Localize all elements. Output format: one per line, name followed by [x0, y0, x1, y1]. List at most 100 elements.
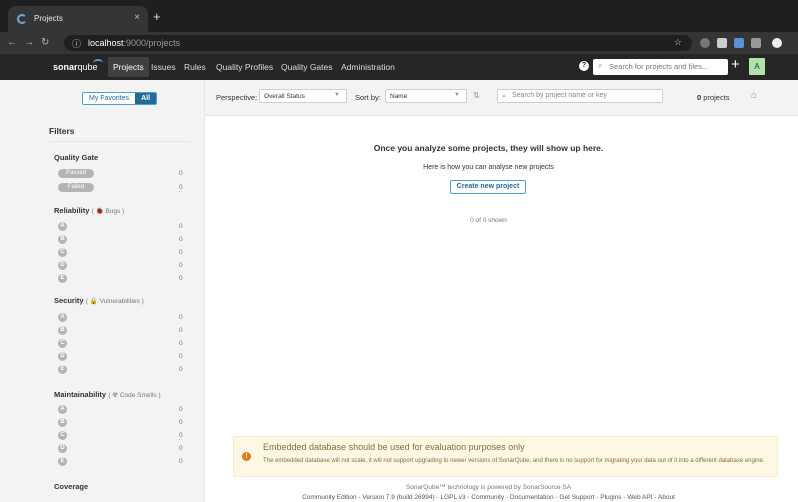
- empty-state-subtitle: Here is how you can analyse new projects: [423, 164, 554, 171]
- security-rating-b[interactable]: B: [58, 326, 67, 335]
- new-tab-icon[interactable]: +: [153, 9, 161, 24]
- security-rating-e[interactable]: E: [58, 365, 67, 374]
- nav-rules[interactable]: Rules: [184, 62, 206, 72]
- embedded-db-warning: ! Embedded database should be used for e…: [233, 436, 778, 477]
- search-icon: ⌕: [502, 91, 507, 100]
- back-arrow-icon[interactable]: ←: [7, 37, 17, 48]
- quality-gate-passed-option[interactable]: Passed: [58, 169, 94, 178]
- coverage-facet-title[interactable]: Coverage: [54, 482, 88, 491]
- reliability-count-d: 0: [179, 262, 183, 269]
- shown-count: 0 of 0 shown: [470, 217, 507, 224]
- maintainability-rating-a[interactable]: A: [58, 405, 67, 414]
- global-search-input[interactable]: ⌕ Search for projects and files...: [593, 59, 728, 75]
- forward-arrow-icon[interactable]: →: [24, 37, 34, 48]
- maintainability-facet-title[interactable]: Maintainability ( ☢ Code Smells ): [54, 390, 161, 399]
- filters-divider: [49, 141, 191, 142]
- filters-sidebar: My Favorites All Filters Quality Gate Pa…: [0, 80, 205, 502]
- my-favorites-button[interactable]: My Favorites: [83, 93, 136, 104]
- reliability-count-e: 0: [179, 275, 183, 282]
- projects-toolbar: Perspective: Overall Status ▼ Sort by: N…: [205, 80, 798, 116]
- security-count-c: 0: [179, 340, 183, 347]
- nav-issues[interactable]: Issues: [151, 62, 176, 72]
- url-input[interactable]: ⓘ localhost:9000/projects ☆: [64, 35, 692, 51]
- browser-tab[interactable]: Projects ×: [8, 6, 148, 32]
- chevron-down-icon: ▼: [454, 92, 460, 98]
- profile-icon[interactable]: [772, 38, 782, 48]
- reliability-title-text: Reliability: [54, 206, 90, 215]
- maintainability-count-e: 0: [179, 458, 183, 465]
- sort-by-value: Name: [390, 93, 408, 100]
- maintainability-rating-e[interactable]: E: [58, 457, 67, 466]
- security-sub-text: Vulnerabilities: [99, 298, 140, 305]
- footer-powered-by: SonarQube™ technology is powered by Sona…: [405, 484, 572, 491]
- extension-shield-icon[interactable]: [700, 38, 710, 48]
- reliability-count-c: 0: [179, 249, 183, 256]
- sonarqube-logo[interactable]: sonarqube: [53, 62, 98, 72]
- reliability-rating-a[interactable]: A: [58, 222, 67, 231]
- search-icon: ⌕: [598, 61, 603, 70]
- reliability-rating-b[interactable]: B: [58, 235, 67, 244]
- reliability-count-a: 0: [179, 223, 183, 230]
- sort-direction-icon[interactable]: ⇅: [473, 91, 480, 100]
- url-path: :9000/projects: [123, 38, 181, 48]
- security-facet-title[interactable]: Security ( 🔒 Vulnerabilities ): [54, 296, 144, 305]
- quality-gate-failed-option[interactable]: Failed: [58, 183, 94, 192]
- reliability-facet-title[interactable]: Reliability ( 🐞 Bugs ): [54, 206, 124, 215]
- user-avatar[interactable]: A: [749, 58, 765, 75]
- security-rating-a[interactable]: A: [58, 313, 67, 322]
- help-icon[interactable]: ?: [579, 61, 589, 71]
- reliability-rating-e[interactable]: E: [58, 274, 67, 283]
- maintainability-count-b: 0: [179, 419, 183, 426]
- security-rating-d[interactable]: D: [58, 352, 67, 361]
- maintainability-rating-d[interactable]: D: [58, 444, 67, 453]
- extension-puzzle-icon[interactable]: [734, 38, 744, 48]
- code-smell-icon: ☢: [112, 392, 118, 399]
- nav-projects[interactable]: Projects: [108, 57, 149, 77]
- create-plus-button[interactable]: +: [731, 56, 740, 73]
- maintainability-count-c: 0: [179, 432, 183, 439]
- project-search-input[interactable]: ⌕ Search by project name or key: [497, 89, 663, 103]
- maintainability-rating-b[interactable]: B: [58, 418, 67, 427]
- quality-gate-facet-title[interactable]: Quality Gate: [54, 153, 98, 162]
- sort-by-select[interactable]: Name ▼: [385, 89, 467, 103]
- create-new-project-button[interactable]: Create new project: [450, 180, 526, 194]
- security-count-e: 0: [179, 366, 183, 373]
- security-rating-c[interactable]: C: [58, 339, 67, 348]
- browser-tab-bar: Projects × +: [0, 0, 798, 32]
- nav-quality-profiles[interactable]: Quality Profiles: [216, 62, 273, 72]
- security-title-text: Security: [54, 296, 84, 305]
- maintainability-sub-text: Code Smells: [119, 392, 157, 399]
- reliability-sub-text: Bugs: [105, 208, 121, 215]
- sonarqube-navbar: sonarqube Projects Issues Rules Quality …: [0, 54, 798, 80]
- footer-links[interactable]: Community Edition - Version 7.9 (build 2…: [205, 494, 772, 501]
- sonarqube-favicon-icon: [17, 14, 27, 24]
- projects-count-label: projects: [703, 93, 730, 102]
- tab-title: Projects: [34, 14, 63, 23]
- bug-icon: 🐞: [95, 208, 104, 215]
- maintainability-rating-c[interactable]: C: [58, 431, 67, 440]
- bookmark-star-icon[interactable]: ☆: [674, 37, 682, 48]
- all-button[interactable]: All: [135, 93, 157, 104]
- browser-address-bar: ← → ↻ ⓘ localhost:9000/projects ☆: [0, 32, 798, 54]
- extension-doc-icon[interactable]: [717, 38, 727, 48]
- reload-icon[interactable]: ↻: [41, 37, 49, 48]
- perspective-select[interactable]: Overall Status ▼: [259, 89, 347, 103]
- reliability-rating-d[interactable]: D: [58, 261, 67, 270]
- filters-title: Filters: [49, 126, 75, 136]
- warning-body: The embedded database will not scale, it…: [263, 458, 765, 464]
- home-icon[interactable]: ⌂: [751, 90, 757, 101]
- site-info-icon[interactable]: ⓘ: [72, 37, 81, 50]
- nav-administration[interactable]: Administration: [341, 62, 395, 72]
- security-count-d: 0: [179, 353, 183, 360]
- reliability-rating-c[interactable]: C: [58, 248, 67, 257]
- nav-quality-gates[interactable]: Quality Gates: [281, 62, 333, 72]
- logo-bold-text: sonar: [53, 62, 78, 72]
- extension-box-icon[interactable]: [751, 38, 761, 48]
- empty-state-title: Once you analyze some projects, they wil…: [373, 143, 604, 153]
- security-count-a: 0: [179, 314, 183, 321]
- favorites-toggle: My Favorites All: [82, 92, 158, 105]
- close-tab-icon[interactable]: ×: [134, 12, 140, 23]
- project-search-placeholder: Search by project name or key: [512, 92, 607, 99]
- url-host: localhost: [88, 38, 124, 48]
- perspective-label: Perspective:: [216, 93, 258, 102]
